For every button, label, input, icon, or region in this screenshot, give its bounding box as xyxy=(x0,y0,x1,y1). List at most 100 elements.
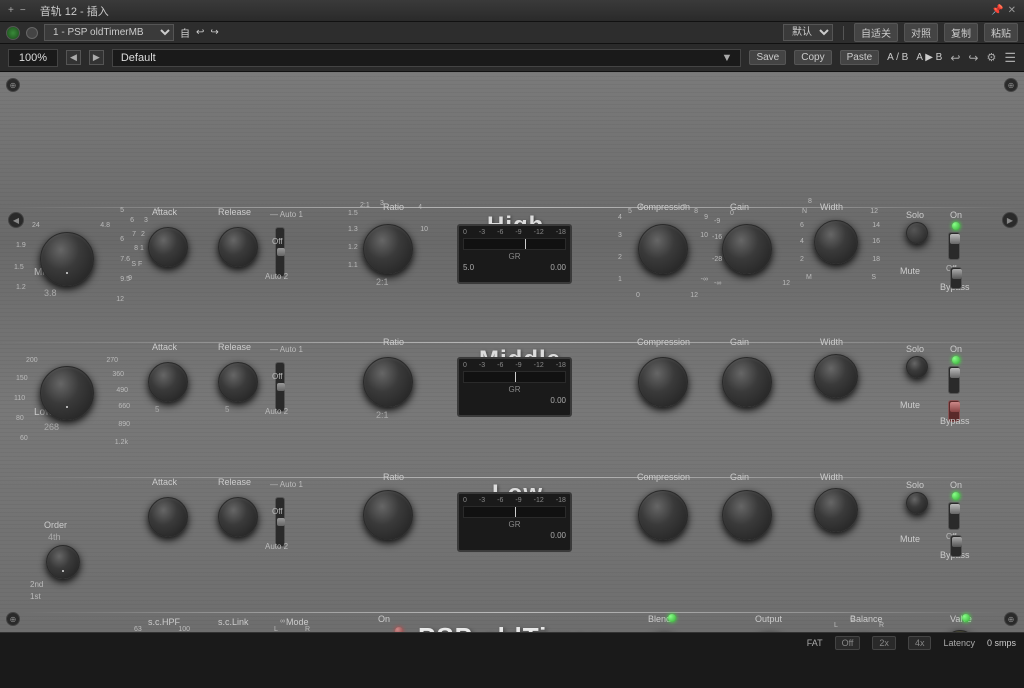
low-compression-knob[interactable] xyxy=(638,490,688,540)
expand-icon-tl[interactable]: ⊕ xyxy=(6,78,20,92)
nav-arrow-top-left[interactable]: ◀ xyxy=(8,212,24,228)
low-gain-label: Gain xyxy=(730,472,749,482)
x4-button[interactable]: 4x xyxy=(908,636,932,650)
paste-button[interactable]: 粘贴 xyxy=(984,23,1018,42)
latency-label: Latency xyxy=(943,638,975,648)
auto-icon[interactable]: 自 xyxy=(180,25,190,40)
high-compression-knob[interactable] xyxy=(638,224,688,274)
save-button[interactable]: Save xyxy=(749,50,786,65)
low-on-toggle[interactable] xyxy=(948,502,960,530)
redo-icon[interactable]: ↪ xyxy=(210,27,218,38)
low-compression-label: Compression xyxy=(637,472,690,482)
plus-icon[interactable]: + xyxy=(8,5,14,16)
low-release-toggle[interactable] xyxy=(275,497,285,547)
title-text: 音轨 12 - 插入 xyxy=(40,3,109,19)
high-release-toggle[interactable] xyxy=(275,227,285,277)
low-width-knob[interactable] xyxy=(814,488,858,532)
expand-icon-bl[interactable]: ⊕ xyxy=(6,612,20,626)
low-attack-knob[interactable] xyxy=(148,497,188,537)
high-gain-knob[interactable] xyxy=(722,224,772,274)
plugin-container: Mid≈Hi 24 1.9 1.5 1.2 4.8 6 7.6 9.5 12 3… xyxy=(0,72,1024,632)
zoom-in-button[interactable]: ▶ xyxy=(89,50,104,65)
pair-button[interactable]: 对照 xyxy=(904,23,938,42)
mid-compression-knob[interactable] xyxy=(638,357,688,407)
high-attack-knob[interactable] xyxy=(148,227,188,267)
mid-width-knob[interactable] xyxy=(814,354,858,398)
low-mute-label: Mute xyxy=(900,534,920,544)
mid-on-toggle[interactable] xyxy=(948,366,960,394)
paste2-button[interactable]: Paste xyxy=(840,50,880,65)
high-bypass-toggle[interactable] xyxy=(950,267,962,289)
preset-select[interactable]: 1 - PSP oldTimerMB xyxy=(44,24,174,41)
mid-release-toggle[interactable] xyxy=(275,362,285,412)
section-line-4 xyxy=(0,612,1024,613)
high-solo-knob[interactable] xyxy=(906,222,928,244)
low-mid-knob[interactable] xyxy=(40,366,94,420)
order-knob[interactable] xyxy=(46,545,80,579)
mid-mute-label: Mute xyxy=(900,400,920,410)
mode-select[interactable]: 默认 xyxy=(783,24,833,41)
bottom-on-label: On xyxy=(378,614,390,624)
latency-value: 0 smps xyxy=(987,638,1016,648)
off-button[interactable]: Off xyxy=(835,636,861,650)
high-gain-value: 0.00 xyxy=(550,263,566,272)
mid-release-auto1: — Auto 1 xyxy=(270,345,303,354)
expand-icon-br[interactable]: ⊕ xyxy=(1004,612,1018,626)
x2-button[interactable]: 2x xyxy=(872,636,896,650)
power-button[interactable] xyxy=(6,26,20,40)
sc-hpf-label: s.c.HPF xyxy=(148,617,180,627)
pin-icon[interactable]: 📌 xyxy=(991,5,1003,16)
close-icon[interactable]: ✕ xyxy=(1008,5,1016,16)
zoom-out-button[interactable]: ◀ xyxy=(66,50,81,65)
low-solo-knob[interactable] xyxy=(906,492,928,514)
expand-icon-tr[interactable]: ⊕ xyxy=(1004,78,1018,92)
psp-main-logo: PSP oldTimer xyxy=(418,622,598,632)
low-on-led[interactable] xyxy=(952,492,960,500)
high-release-knob[interactable] xyxy=(218,227,258,267)
redo-button[interactable]: ↪ xyxy=(968,51,978,65)
ab-label: A / B xyxy=(887,52,908,63)
mid-gain-label: Gain xyxy=(730,337,749,347)
high-gr-meter: 0-3-6-9-12-18 GR 5.0 0.00 xyxy=(457,224,572,284)
low-mid-value: 268 xyxy=(44,422,59,432)
mid-ratio-knob[interactable] xyxy=(363,357,413,407)
undo-button[interactable]: ↩ xyxy=(950,51,960,65)
preset-menu-icon[interactable]: ▼ xyxy=(722,52,733,64)
mid-ratio-label: Ratio xyxy=(383,337,404,347)
low-release-knob[interactable] xyxy=(218,497,258,537)
high-ratio-value: 2:1 xyxy=(376,277,389,287)
high-solo-label: Solo xyxy=(906,210,924,220)
high-width-label: Width xyxy=(820,202,843,212)
low-auto2-label: Auto 2 xyxy=(265,542,288,551)
hamburger-icon[interactable]: ☰ xyxy=(1004,50,1016,66)
copy-button[interactable]: 复制 xyxy=(944,23,978,42)
minus-icon[interactable]: − xyxy=(20,5,26,16)
mid-solo-knob[interactable] xyxy=(906,356,928,378)
mid-attack-value: 5 xyxy=(155,405,159,414)
high-on-led[interactable] xyxy=(952,222,960,230)
mid-compression-label: Compression xyxy=(637,337,690,347)
mid-hi-knob[interactable] xyxy=(40,232,94,286)
self-close-button[interactable]: 自适关 xyxy=(854,23,898,42)
mid-ratio-value: 2:1 xyxy=(376,410,389,420)
copy2-button[interactable]: Copy xyxy=(794,50,831,65)
mid-release-label: Release xyxy=(218,342,251,352)
nav-arrow-bottom-right[interactable]: ▶ xyxy=(1002,212,1018,228)
low-gain-knob[interactable] xyxy=(722,490,772,540)
sc-link-label: s.c.Link xyxy=(218,617,249,627)
settings-icon[interactable]: ⚙ xyxy=(986,51,996,64)
low-ratio-knob[interactable] xyxy=(363,490,413,540)
insert-icon xyxy=(26,27,38,39)
low-solo-label: Solo xyxy=(906,480,924,490)
mid-attack-knob[interactable] xyxy=(148,362,188,402)
mid-release-knob[interactable] xyxy=(218,362,258,402)
mid-on-led[interactable] xyxy=(952,356,960,364)
valve-knob[interactable] xyxy=(944,630,976,632)
low-bypass-toggle[interactable] xyxy=(950,535,962,557)
low-release-label: Release xyxy=(218,477,251,487)
mid-gain-knob[interactable] xyxy=(722,357,772,407)
undo-icon[interactable]: ↩ xyxy=(196,27,204,38)
high-on-toggle[interactable] xyxy=(948,232,960,260)
high-ratio-knob[interactable] xyxy=(363,224,413,274)
high-width-knob[interactable] xyxy=(814,220,858,264)
